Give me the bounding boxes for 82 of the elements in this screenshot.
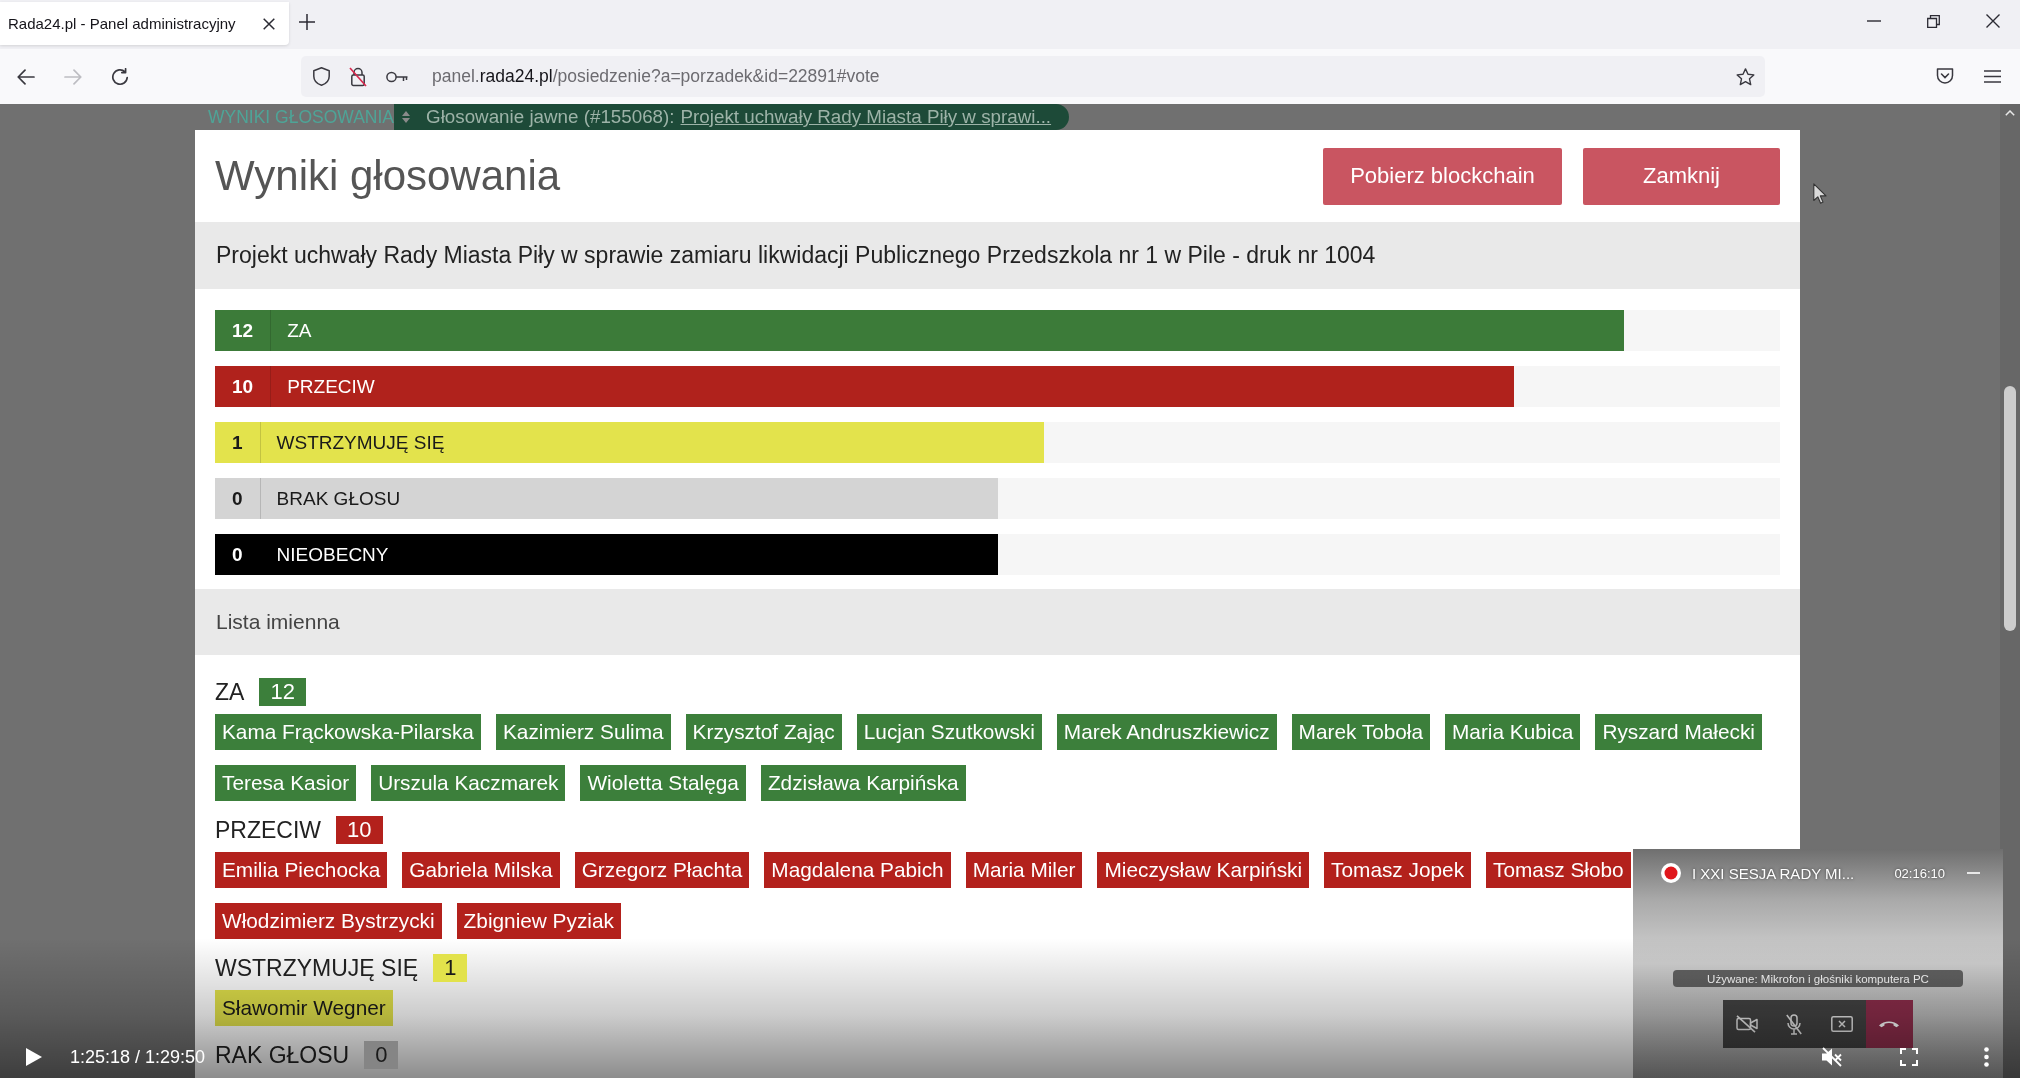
close-button[interactable]: Zamknij — [1583, 147, 1780, 205]
count-badge: 0 — [364, 1041, 399, 1069]
reload-icon[interactable] — [111, 67, 129, 86]
playback-time: 1:25:18 / 1:29:50 — [70, 1046, 206, 1068]
vote-option: ZA — [287, 310, 312, 351]
vote-count: 12 — [215, 310, 272, 351]
group-title: WSTRZYMUJĘ SIĘ — [215, 954, 419, 982]
name-tag: Ryszard Małecki — [1595, 714, 1762, 750]
dialog-title: Wyniki głosowania — [215, 152, 561, 200]
name-tag: Marek Andruszkiewicz — [1056, 714, 1277, 750]
list-header: Lista imienna — [195, 589, 1800, 655]
vote-count: 0 — [215, 534, 261, 575]
close-icon[interactable] — [263, 17, 275, 30]
hang-up-button[interactable] — [1865, 1000, 1913, 1048]
name-tag: Emilia Piechocka — [215, 852, 388, 888]
subject-header: Projekt uchwały Rady Miasta Piły w sprawie zamiaru likwidacji Publicznego Przedszkola nr 1 w Pile - druk nr 1004 — [195, 222, 1800, 289]
close-icon[interactable] — [1986, 14, 2000, 28]
address-bar[interactable]: panel.rada24.pl/posiedzenie?a=porzadek&id=22891#vote — [301, 56, 1765, 97]
group-title: ZA — [215, 678, 245, 706]
name-tag: Wioletta Stalęga — [580, 765, 746, 801]
vote-link[interactable]: Projekt uchwały Rady Miasta Piły w sprawi... — [680, 106, 1052, 128]
vote-option: NIEOBECNY — [276, 534, 389, 575]
group-title: RAK GŁOSU — [215, 1041, 350, 1069]
count-badge: 12 — [259, 678, 306, 706]
name-tag: Zbigniew Pyziak — [456, 903, 621, 939]
group-title: PRZECIW — [215, 816, 322, 844]
vote-title: Głosowanie jawne (#155068): — [426, 106, 675, 128]
record-icon — [1661, 863, 1681, 883]
name-tag: Gabriela Milska — [402, 852, 560, 888]
key-icon[interactable] — [386, 70, 408, 83]
vote-option: WSTRZYMUJĘ SIĘ — [276, 422, 445, 463]
more-options-icon[interactable] — [1984, 1047, 1989, 1067]
lock-icon[interactable] — [349, 66, 367, 87]
shield-icon[interactable] — [313, 67, 330, 86]
menu-icon[interactable] — [1984, 70, 2001, 83]
pocket-icon[interactable] — [1936, 68, 1954, 85]
play-icon[interactable] — [26, 1048, 42, 1066]
back-arrow-icon[interactable] — [17, 68, 35, 85]
vote-count: 10 — [215, 366, 272, 407]
name-tag: Teresa Kasior — [215, 765, 357, 801]
vote-count: 0 — [215, 478, 261, 519]
cursor-icon — [1813, 183, 1827, 204]
name-tag: Sławomir Wegner — [215, 990, 393, 1026]
status-caption: Używane: Mikrofon i głośniki komputera PC — [1673, 970, 1963, 987]
chevron-up-icon[interactable] — [2005, 110, 2015, 116]
vote-count: 1 — [215, 422, 261, 463]
browser-tab[interactable]: Rada24.pl - Panel administracyjny — [0, 2, 289, 45]
name-tag: Mieczysław Karpiński — [1097, 852, 1310, 888]
sort-icon[interactable] — [402, 111, 411, 123]
muted-speaker-icon[interactable] — [1821, 1047, 1843, 1067]
restore-icon[interactable] — [1927, 14, 1940, 28]
name-tag: Kama Frąckowska-Pilarska — [215, 714, 481, 750]
name-tag: Maria Miler — [965, 852, 1083, 888]
name-tag: Marek Toboła — [1291, 714, 1431, 750]
name-tag: Kazimierz Sulima — [495, 714, 671, 750]
scrollbar[interactable] — [2000, 104, 2020, 1078]
name-tag: Magdalena Pabich — [764, 852, 951, 888]
count-badge: 1 — [433, 954, 468, 982]
url-text: panel.rada24.pl/posiedzenie?a=porzadek&id=22891#vote — [432, 66, 880, 87]
microphone-icon[interactable] — [1786, 1013, 1803, 1035]
vote-option: PRZECIW — [287, 366, 375, 407]
star-icon[interactable] — [1736, 67, 1755, 86]
stop-sharing-icon[interactable] — [1830, 1016, 1853, 1032]
fullscreen-icon[interactable] — [1900, 1048, 1918, 1066]
name-tag: Tomasz Słobo — [1486, 852, 1631, 888]
download-button[interactable]: Pobierz blockchain — [1323, 147, 1562, 205]
name-tag: Urszula Kaczmarek — [371, 765, 566, 801]
name-tag: Maria Kubica — [1445, 714, 1581, 750]
name-tag: Grzegorz Płachta — [574, 852, 750, 888]
phone-icon[interactable] — [1878, 1020, 1901, 1028]
meeting-time: 02:16:10 — [1894, 865, 1945, 881]
scrollbar-thumb[interactable] — [2004, 386, 2016, 631]
name-tag: Zdzisława Karpińska — [760, 765, 966, 801]
name-tag: Krzysztof Zając — [685, 714, 842, 750]
name-tag: Tomasz Jopek — [1324, 852, 1472, 888]
meeting-title: I XXI SESJA RADY MI... — [1692, 864, 1855, 882]
name-tag: Lucjan Szutkowski — [856, 714, 1042, 750]
plus-icon[interactable] — [299, 14, 315, 30]
count-badge: 10 — [336, 816, 383, 844]
camera-icon[interactable] — [1735, 1015, 1758, 1033]
name-tag: Włodzimierz Bystrzycki — [215, 903, 442, 939]
vote-option: BRAK GŁOSU — [276, 478, 401, 519]
